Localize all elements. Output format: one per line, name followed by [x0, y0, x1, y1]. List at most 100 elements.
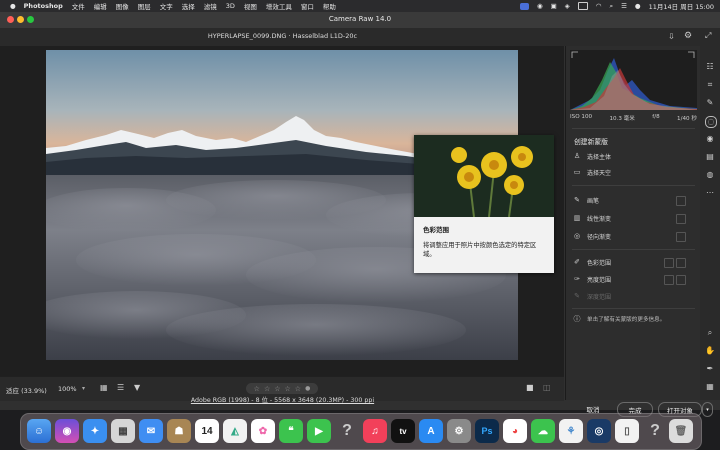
filter-icon[interactable]: ▼	[134, 383, 140, 392]
document-icon[interactable]: ▯	[615, 419, 639, 443]
music-icon[interactable]: ♫	[363, 419, 387, 443]
redeye-icon[interactable]: ◉	[705, 134, 715, 144]
menu-file[interactable]: 文件	[72, 1, 85, 11]
facetime-icon[interactable]: ▶	[307, 419, 331, 443]
sort-icon[interactable]: ☰	[117, 383, 124, 392]
mask-select-sky-label: 选择天空	[587, 169, 612, 177]
menu-edit[interactable]: 编辑	[94, 1, 107, 11]
zoom-dropdown-icon[interactable]: ▾	[82, 385, 85, 392]
view-single-icon[interactable]: ■	[526, 383, 534, 392]
masking-icon[interactable]: ◌	[705, 116, 717, 128]
launchpad-icon[interactable]: ▦	[111, 419, 135, 443]
hand-icon[interactable]: ✋	[705, 346, 715, 356]
right-panel: ISO 100 10.3 毫米 f/8 1/40 秒 创建新蒙版 ♙ 选择主体 …	[565, 46, 701, 400]
star-3[interactable]: ☆	[274, 385, 280, 393]
menu-image[interactable]: 图像	[116, 1, 129, 11]
control-center-icon[interactable]: ☰	[621, 2, 627, 10]
crop-icon[interactable]: ⌗	[705, 80, 715, 90]
photoshop-dock-icon[interactable]: Ps	[475, 419, 499, 443]
trash-icon[interactable]: 🗑	[669, 419, 693, 443]
mask-select-sky[interactable]: ▭ 选择天空	[572, 166, 611, 178]
network-app-icon[interactable]: ⚘	[559, 419, 583, 443]
menu-type[interactable]: 文字	[160, 1, 173, 11]
calendar-icon[interactable]: 14	[195, 419, 219, 443]
save-image-icon[interactable]: ⇩	[668, 32, 675, 41]
status-icon-3[interactable]: ◈	[565, 2, 570, 10]
mask-select-subject[interactable]: ♙ 选择主体	[572, 150, 611, 162]
star-4[interactable]: ☆	[285, 385, 291, 393]
star-1[interactable]: ☆	[254, 385, 260, 393]
menu-help[interactable]: 帮助	[323, 1, 336, 11]
exif-focal: 10.3 毫米	[609, 116, 635, 122]
apple-icon[interactable]: ●	[10, 2, 16, 10]
menu-view[interactable]: 视图	[244, 1, 257, 11]
mask-linear-gradient[interactable]: ▥ 线性渐变	[572, 212, 611, 224]
color-sampler-icon[interactable]: ✒	[705, 364, 715, 374]
star-rating[interactable]: ☆ ☆ ☆ ☆ ☆ ●	[246, 383, 318, 394]
gear-icon[interactable]: ⚙	[684, 31, 692, 41]
mask-radial-gradient[interactable]: ◎ 径向渐变	[572, 230, 611, 242]
presets-icon[interactable]: ◍	[705, 170, 715, 180]
mask-luminance-range[interactable]: ✑ 亮度范围	[572, 273, 611, 285]
edit-sliders-icon[interactable]: ☷	[705, 62, 715, 72]
snapshots-icon[interactable]: ▤	[705, 152, 715, 162]
menu-layer[interactable]: 图层	[138, 1, 151, 11]
zoom-level-select[interactable]: 100%	[58, 385, 77, 393]
menu-plugins[interactable]: 增效工具	[266, 1, 292, 11]
histogram-graph	[570, 51, 697, 110]
color-range-tooltip: 色彩范围 将调整应用于照片中按颜色选定的特定区域。	[414, 135, 554, 273]
siri-app-icon[interactable]: ◉	[55, 419, 79, 443]
wifi-icon[interactable]: ◠	[596, 2, 602, 10]
menu-window[interactable]: 窗口	[301, 1, 314, 11]
finder-icon[interactable]: ☺	[27, 419, 51, 443]
radial-gradient-icon: ◎	[573, 232, 581, 240]
menu-app-name[interactable]: Photoshop	[24, 2, 63, 10]
star-5[interactable]: ☆	[295, 385, 301, 393]
battery-icon[interactable]	[577, 2, 588, 10]
menu-clock[interactable]: 11月14日 周日 15:00	[649, 1, 714, 11]
status-icon-2[interactable]: ▣	[551, 2, 557, 10]
mask-depth-range[interactable]: ✎ 深度范围	[572, 290, 611, 302]
apple-tv-icon[interactable]: tv	[391, 419, 415, 443]
more-icon[interactable]: ⋯	[705, 188, 715, 198]
contacts-icon[interactable]: ☗	[167, 419, 191, 443]
spotlight-icon[interactable]: ⌕	[609, 2, 613, 11]
menu-3d[interactable]: 3D	[226, 2, 235, 10]
safari-icon[interactable]: ✦	[83, 419, 107, 443]
wechat-icon[interactable]: ☁	[531, 419, 555, 443]
filmstrip-icon[interactable]: ▦	[100, 383, 108, 392]
messages-icon[interactable]: ❝	[279, 419, 303, 443]
status-icon-1[interactable]	[519, 2, 529, 10]
mask-luminance-range-label: 亮度范围	[587, 276, 612, 284]
menu-filter[interactable]: 滤镜	[204, 1, 217, 11]
maps-icon[interactable]: ◭	[223, 419, 247, 443]
unknown-app-2-icon[interactable]: ?	[643, 419, 667, 443]
zoom-fit-select[interactable]: 适应 (33.9%)	[6, 385, 47, 395]
mask-radial-gradient-label: 径向渐变	[587, 233, 612, 241]
open-options-button[interactable]: ▾	[702, 402, 713, 417]
star-2[interactable]: ☆	[264, 385, 270, 393]
grid-overlay-icon[interactable]: ▦	[705, 382, 715, 392]
fullscreen-icon[interactable]: ⤢	[705, 31, 711, 41]
menu-select[interactable]: 选择	[182, 1, 195, 11]
file-name-label: HYPERLAPSE_0099.DNG · Hasselblad L1D-20c	[207, 32, 358, 40]
camera-status-icon[interactable]: ◉	[537, 2, 543, 10]
color-range-shortcut-key-2	[676, 258, 686, 268]
view-compare-icon[interactable]: ◫	[543, 383, 551, 392]
zoom-icon[interactable]: ⌕	[705, 328, 715, 338]
reject-flag-icon[interactable]: ●	[305, 385, 310, 392]
unknown-app-icon[interactable]: ?	[335, 419, 359, 443]
divider	[572, 185, 695, 186]
mask-help-link[interactable]: ⓘ 单击了解有关蒙版的更多信息。	[572, 313, 666, 325]
mask-brush[interactable]: ✎ 画笔	[572, 194, 599, 206]
healing-icon[interactable]: ✎	[705, 98, 715, 108]
siri-icon[interactable]: ●	[635, 2, 641, 10]
system-preferences-icon[interactable]: ⚙	[447, 419, 471, 443]
chrome-icon[interactable]: ◕	[503, 419, 527, 443]
steam-icon[interactable]: ◎	[587, 419, 611, 443]
mask-color-range[interactable]: ✐ 色彩范围	[572, 256, 611, 268]
workflow-options-link[interactable]: Adobe RGB (1998) - 8 位 - 5568 x 3648 (20…	[0, 395, 565, 404]
app-store-icon[interactable]: A	[419, 419, 443, 443]
photos-icon[interactable]: ✿	[251, 419, 275, 443]
mail-icon[interactable]: ✉	[139, 419, 163, 443]
